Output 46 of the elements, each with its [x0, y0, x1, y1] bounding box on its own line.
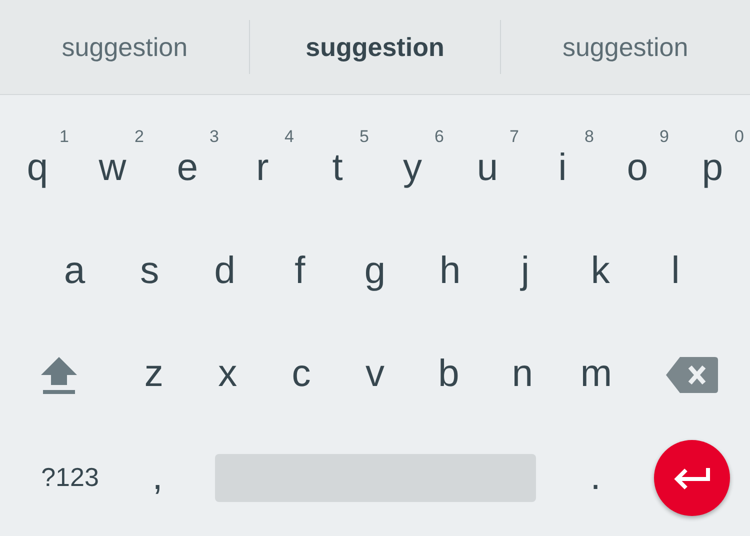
backspace-icon[interactable]	[666, 356, 718, 392]
key[interactable]: i 8	[525, 117, 600, 220]
key[interactable]: q 1	[0, 117, 75, 220]
key[interactable]: m	[559, 323, 634, 426]
key[interactable]: k	[562, 220, 638, 323]
period-key[interactable]: .	[558, 426, 633, 529]
key-hint: 3	[210, 127, 219, 147]
key-hint: 2	[134, 127, 144, 147]
key[interactable]: d	[187, 220, 262, 323]
key[interactable]: z	[117, 323, 191, 426]
key[interactable]: v	[338, 323, 412, 426]
key[interactable]: t 5	[300, 117, 375, 220]
suggestion[interactable]: suggestion	[0, 24, 250, 70]
key[interactable]: w 2	[75, 117, 150, 220]
key-hint: 0	[734, 127, 744, 147]
key[interactable]: u 7	[450, 117, 525, 220]
key[interactable]: f	[262, 220, 338, 323]
key-hint: 6	[434, 127, 444, 147]
key-hint: 4	[284, 127, 294, 147]
key[interactable]: y 6	[375, 117, 450, 220]
enter-icon	[672, 466, 712, 490]
key[interactable]: n	[486, 323, 560, 426]
comma-key[interactable]: ,	[140, 426, 175, 529]
key[interactable]: a	[37, 220, 112, 323]
enter-button[interactable]	[654, 440, 730, 516]
key[interactable]: g	[337, 220, 413, 323]
key[interactable]: j	[488, 220, 563, 323]
key[interactable]: h	[412, 220, 488, 323]
symbols-key[interactable]: ?123	[0, 426, 140, 529]
key[interactable]: x	[190, 323, 264, 426]
key[interactable]: s	[112, 220, 188, 323]
key-hint: 1	[60, 127, 69, 147]
suggestion[interactable]: suggestion	[500, 24, 750, 70]
key-hint: 9	[660, 127, 669, 147]
key-hint: 8	[584, 127, 594, 147]
key[interactable]: l	[638, 220, 713, 323]
key[interactable]: e 3	[150, 117, 225, 220]
key[interactable]: p 0	[675, 117, 750, 220]
key-hint: 5	[360, 127, 369, 147]
key[interactable]: o 9	[600, 117, 675, 220]
key[interactable]: b	[412, 323, 486, 426]
shift-icon[interactable]	[40, 354, 78, 394]
key-hint: 7	[510, 127, 519, 147]
key[interactable]: c	[264, 323, 338, 426]
key[interactable]: r 4	[225, 117, 300, 220]
suggestion[interactable]: suggestion	[250, 24, 500, 70]
